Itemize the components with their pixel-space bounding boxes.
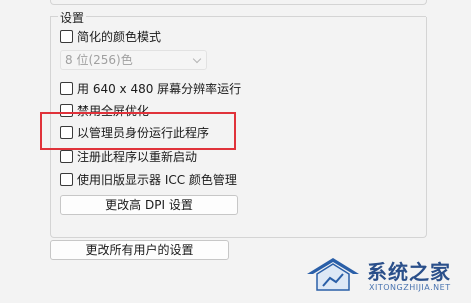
option-label: 注册此程序以重新启动 <box>77 149 198 164</box>
color-mode-select[interactable]: 8 位(256)色 <box>60 50 207 70</box>
compatibility-panel: 设置 简化的颜色模式 8 位(256)色 用 640 x 480 屏幕分辨率运行… <box>0 0 471 303</box>
chevron-down-icon <box>192 54 202 64</box>
house-logo-icon <box>307 258 359 291</box>
reduced-color-option[interactable]: 简化的颜色模式 <box>60 27 161 45</box>
settings-group-title: 设置 <box>60 11 85 25</box>
checkbox[interactable] <box>60 81 73 95</box>
legacy-icc-option[interactable]: 使用旧版显示器 ICC 颜色管理 <box>60 170 237 188</box>
highlight-box <box>40 112 236 150</box>
run-640-option[interactable]: 用 640 x 480 屏幕分辨率运行 <box>60 79 241 97</box>
change-all-users-button[interactable]: 更改所有用户的设置 <box>50 240 229 260</box>
option-label: 用 640 x 480 屏幕分辨率运行 <box>77 81 242 96</box>
change-dpi-button[interactable]: 更改高 DPI 设置 <box>60 195 238 215</box>
option-label: 简化的颜色模式 <box>77 29 162 44</box>
select-value: 8 位(256)色 <box>65 53 133 67</box>
watermark-title: 系统之家 <box>367 260 451 284</box>
checkbox[interactable] <box>60 172 73 186</box>
upper-group-edge <box>50 0 427 5</box>
checkbox[interactable] <box>60 29 73 43</box>
option-label: 使用旧版显示器 ICC 颜色管理 <box>77 172 237 187</box>
checkbox[interactable] <box>60 149 73 163</box>
watermark: 系统之家 XITONGZHIJIA.NET <box>303 250 469 302</box>
watermark-url: XITONGZHIJIA.NET <box>369 283 451 292</box>
